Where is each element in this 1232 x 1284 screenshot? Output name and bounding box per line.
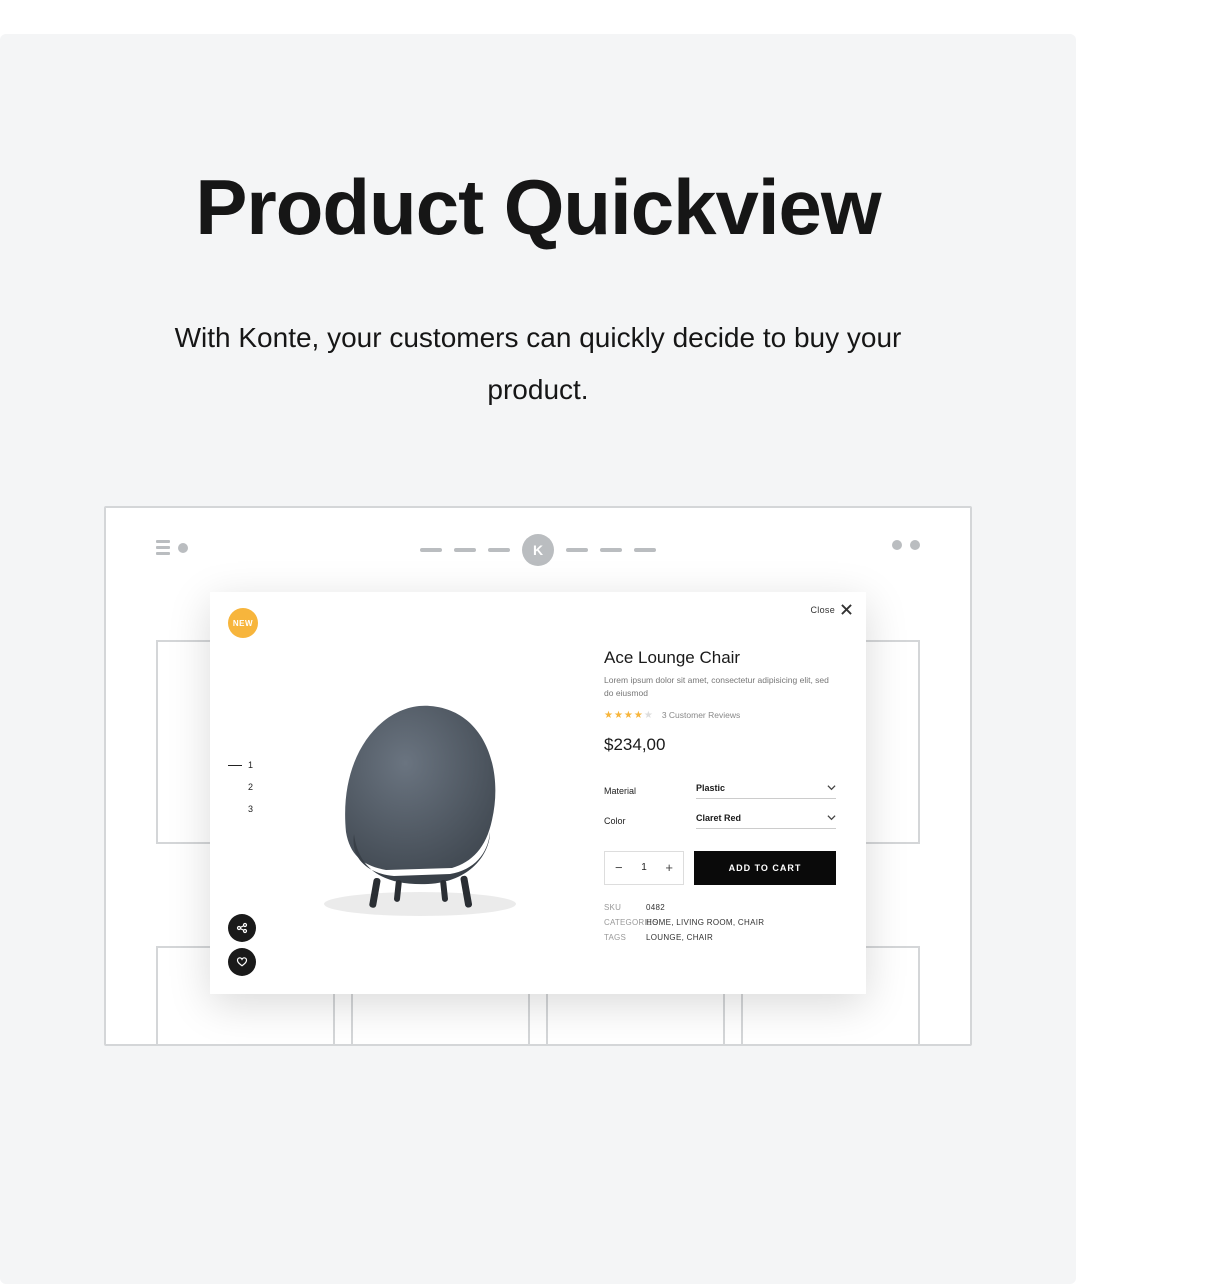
sku-label: SKU <box>604 903 646 912</box>
tags-value[interactable]: LOUNGE, CHAIR <box>646 933 713 942</box>
pager-item-2[interactable]: 2 <box>228 782 253 792</box>
reviews-link[interactable]: 3 Customer Reviews <box>662 710 740 720</box>
close-icon <box>841 604 852 615</box>
product-title: Ace Lounge Chair <box>604 648 836 668</box>
image-pager: 1 2 3 <box>228 760 253 814</box>
qty-decrement[interactable]: − <box>615 861 623 874</box>
rating-row: ★★★★★ 3 Customer Reviews <box>604 710 836 721</box>
wire-logo: K <box>522 534 554 566</box>
wishlist-button[interactable] <box>228 948 256 976</box>
chevron-down-icon <box>827 783 836 792</box>
close-button[interactable]: Close <box>810 604 852 615</box>
color-label: Color <box>604 816 696 826</box>
product-image <box>270 662 570 942</box>
pager-item-1[interactable]: 1 <box>228 760 253 770</box>
tags-label: TAGS <box>604 933 646 942</box>
material-label: Material <box>604 786 696 796</box>
color-value: Claret Red <box>696 813 741 823</box>
material-select[interactable]: Plastic <box>696 783 836 799</box>
qty-value: 1 <box>641 862 647 873</box>
feature-canvas: Product Quickview With Konte, your custo… <box>0 34 1076 1284</box>
hero-subtitle: With Konte, your customers can quickly d… <box>0 312 1076 416</box>
share-icon <box>236 922 248 934</box>
wire-actions-placeholder <box>892 540 920 550</box>
wire-nav-placeholder: K <box>420 534 656 566</box>
quantity-stepper[interactable]: − 1 + <box>604 851 684 885</box>
wire-menu-icon <box>156 540 188 555</box>
chevron-down-icon <box>827 813 836 822</box>
add-to-cart-button[interactable]: ADD TO CART <box>694 851 836 885</box>
qty-increment[interactable]: + <box>665 861 673 874</box>
color-select[interactable]: Claret Red <box>696 813 836 829</box>
heart-icon <box>236 956 248 968</box>
hero-title: Product Quickview <box>0 162 1076 253</box>
close-label: Close <box>810 605 835 615</box>
product-price: $234,00 <box>604 735 836 755</box>
star-icons: ★★★★★ <box>604 710 654 721</box>
quickview-modal: NEW Close 1 2 3 <box>210 592 866 994</box>
product-meta: SKU0482 CATEGORIESHOME, LIVING ROOM, CHA… <box>604 903 836 942</box>
pager-item-3[interactable]: 3 <box>228 804 253 814</box>
chair-illustration <box>290 672 550 932</box>
categories-label: CATEGORIES <box>604 918 646 927</box>
categories-value[interactable]: HOME, LIVING ROOM, CHAIR <box>646 918 764 927</box>
product-description: Lorem ipsum dolor sit amet, consectetur … <box>604 674 836 700</box>
share-button[interactable] <box>228 914 256 942</box>
new-badge: NEW <box>228 608 258 638</box>
sku-value: 0482 <box>646 903 665 912</box>
material-value: Plastic <box>696 783 725 793</box>
